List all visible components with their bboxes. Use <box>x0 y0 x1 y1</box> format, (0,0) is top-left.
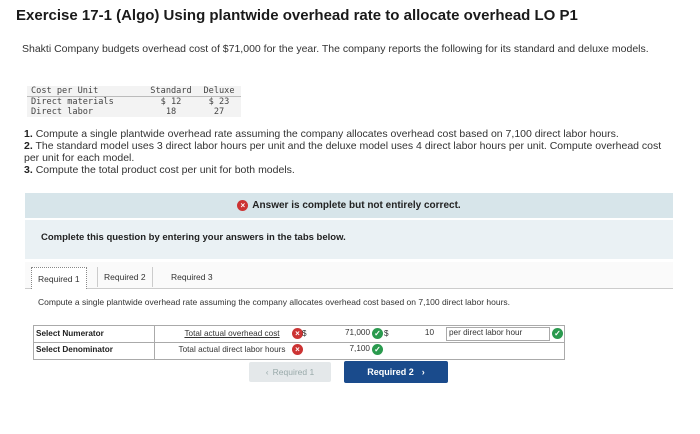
table-cell: Direct materials <box>31 97 114 107</box>
question-item: 1. Compute a single plantwide overhead r… <box>24 128 619 140</box>
next-button-label: Required 2 <box>367 367 414 377</box>
status-banner: × Answer is complete but not entirely co… <box>25 193 673 218</box>
rate-calculation-table: Select Numerator Total actual overhead c… <box>33 325 565 360</box>
currency-symbol: $ <box>384 329 389 338</box>
correct-icon: ✓ <box>552 328 563 339</box>
table-header-row: Cost per Unit Standard Deluxe <box>27 86 241 97</box>
table-header-cell: Deluxe <box>197 86 241 97</box>
next-button[interactable]: Required 2 › <box>344 361 448 383</box>
denominator-label: Select Denominator <box>36 345 113 354</box>
correct-icon: ✓ <box>372 328 383 339</box>
denominator-row: Select Denominator Total actual direct l… <box>34 342 564 358</box>
status-text: Answer is complete but not entirely corr… <box>252 200 461 211</box>
correct-icon: ✓ <box>372 344 383 355</box>
chevron-right-icon: › <box>421 367 425 377</box>
table-cell: $ 12 <box>160 97 182 107</box>
incorrect-icon: × <box>292 344 303 355</box>
numerator-select[interactable]: Total actual overhead cost <box>158 329 306 338</box>
question-item: 2. The standard model uses 3 direct labo… <box>24 140 662 164</box>
denominator-input[interactable]: 7,100 <box>312 344 371 355</box>
table-cell: Direct labor <box>31 107 94 117</box>
numerator-label: Select Numerator <box>36 329 104 338</box>
incorrect-icon: × <box>237 200 249 211</box>
unit-label: per direct labor hour <box>446 327 550 341</box>
intro-text: Shakti Company budgets overhead cost of … <box>22 43 649 55</box>
instruction-text: Complete this question by entering your … <box>41 232 346 243</box>
question-list: 1. Compute a single plantwide overhead r… <box>24 128 674 176</box>
tab-prompt: Compute a single plantwide overhead rate… <box>38 297 511 307</box>
currency-symbol: $ <box>302 329 307 338</box>
question-item: 3. Compute the total product cost per un… <box>24 164 295 176</box>
cost-table: Cost per Unit Standard Deluxe Direct mat… <box>27 86 241 117</box>
denominator-select[interactable]: Total actual direct labor hours <box>158 345 306 354</box>
tab-required-3[interactable]: Required 3 <box>165 267 219 287</box>
chevron-left-icon: ‹ <box>265 367 269 377</box>
table-cell: $ 23 <box>208 97 230 107</box>
table-header-cell: Standard <box>145 86 197 97</box>
exercise-title: Exercise 17-1 (Algo) Using plantwide ove… <box>16 7 578 24</box>
rate-result-input[interactable]: 10 <box>392 328 434 337</box>
table-row: Direct labor 18 27 <box>27 107 241 117</box>
tab-required-1[interactable]: Required 1 <box>31 267 87 289</box>
tab-bar: Required 1 Required 2 Required 3 <box>25 262 673 289</box>
prev-button-label: Required 1 <box>272 367 315 377</box>
instruction-panel: Complete this question by entering your … <box>25 220 673 259</box>
table-cell: 18 <box>165 107 177 117</box>
table-header-cell: Cost per Unit <box>27 86 145 97</box>
numerator-input[interactable]: 71,000 <box>312 328 370 339</box>
tab-required-2[interactable]: Required 2 <box>97 267 153 287</box>
table-row: Direct materials $ 12 $ 23 <box>27 97 241 107</box>
numerator-row: Select Numerator Total actual overhead c… <box>34 326 564 343</box>
table-cell: 27 <box>213 107 225 117</box>
prev-button[interactable]: ‹ Required 1 <box>249 362 331 382</box>
